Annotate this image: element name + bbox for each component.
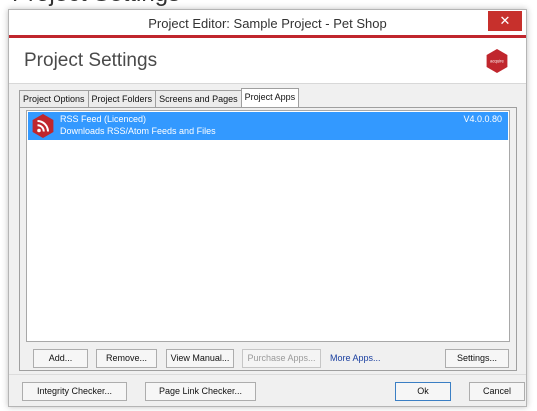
footer-divider — [9, 374, 526, 375]
title-bar: Project Editor: Sample Project - Pet Sho… — [9, 10, 526, 38]
list-item-rss-feed[interactable]: RSS Feed (Licenced) Downloads RSS/Atom F… — [28, 112, 508, 140]
purchase-apps-button[interactable]: Purchase Apps... — [242, 349, 321, 368]
remove-button[interactable]: Remove... — [96, 349, 157, 368]
background-heading: Project Settings — [12, 0, 180, 8]
window-title: Project Editor: Sample Project - Pet Sho… — [148, 16, 387, 31]
ok-button[interactable]: Ok — [395, 382, 451, 401]
tab-project-options[interactable]: Project Options — [19, 90, 89, 107]
project-editor-dialog: Project Editor: Sample Project - Pet Sho… — [8, 9, 527, 407]
acquire-logo-icon: acquire — [486, 49, 508, 73]
settings-button[interactable]: Settings... — [445, 349, 509, 368]
close-button[interactable]: ✕ — [488, 11, 522, 31]
view-manual-button[interactable]: View Manual... — [166, 349, 234, 368]
app-name: RSS Feed (Licenced) — [60, 114, 147, 124]
add-button[interactable]: Add... — [33, 349, 88, 368]
more-apps-link[interactable]: More Apps... — [330, 353, 381, 363]
apps-list[interactable]: RSS Feed (Licenced) Downloads RSS/Atom F… — [26, 110, 510, 342]
page-link-checker-button[interactable]: Page Link Checker... — [145, 382, 256, 401]
app-version: V4.0.0.80 — [463, 114, 502, 124]
tab-project-folders[interactable]: Project Folders — [87, 90, 157, 107]
tab-project-apps[interactable]: Project Apps — [240, 88, 300, 107]
app-description: Downloads RSS/Atom Feeds and Files — [60, 126, 216, 136]
project-apps-panel: RSS Feed (Licenced) Downloads RSS/Atom F… — [19, 107, 517, 371]
page-title: Project Settings — [24, 50, 158, 71]
cancel-button[interactable]: Cancel — [469, 382, 525, 401]
rss-icon — [32, 114, 54, 138]
tab-screens-and-pages[interactable]: Screens and Pages — [155, 90, 242, 107]
settings-header: Project Settings acquire — [9, 38, 526, 84]
settings-tabs: Project Options Project Folders Screens … — [19, 88, 300, 108]
logo-text: acquire — [490, 59, 504, 64]
integrity-checker-button[interactable]: Integrity Checker... — [22, 382, 127, 401]
